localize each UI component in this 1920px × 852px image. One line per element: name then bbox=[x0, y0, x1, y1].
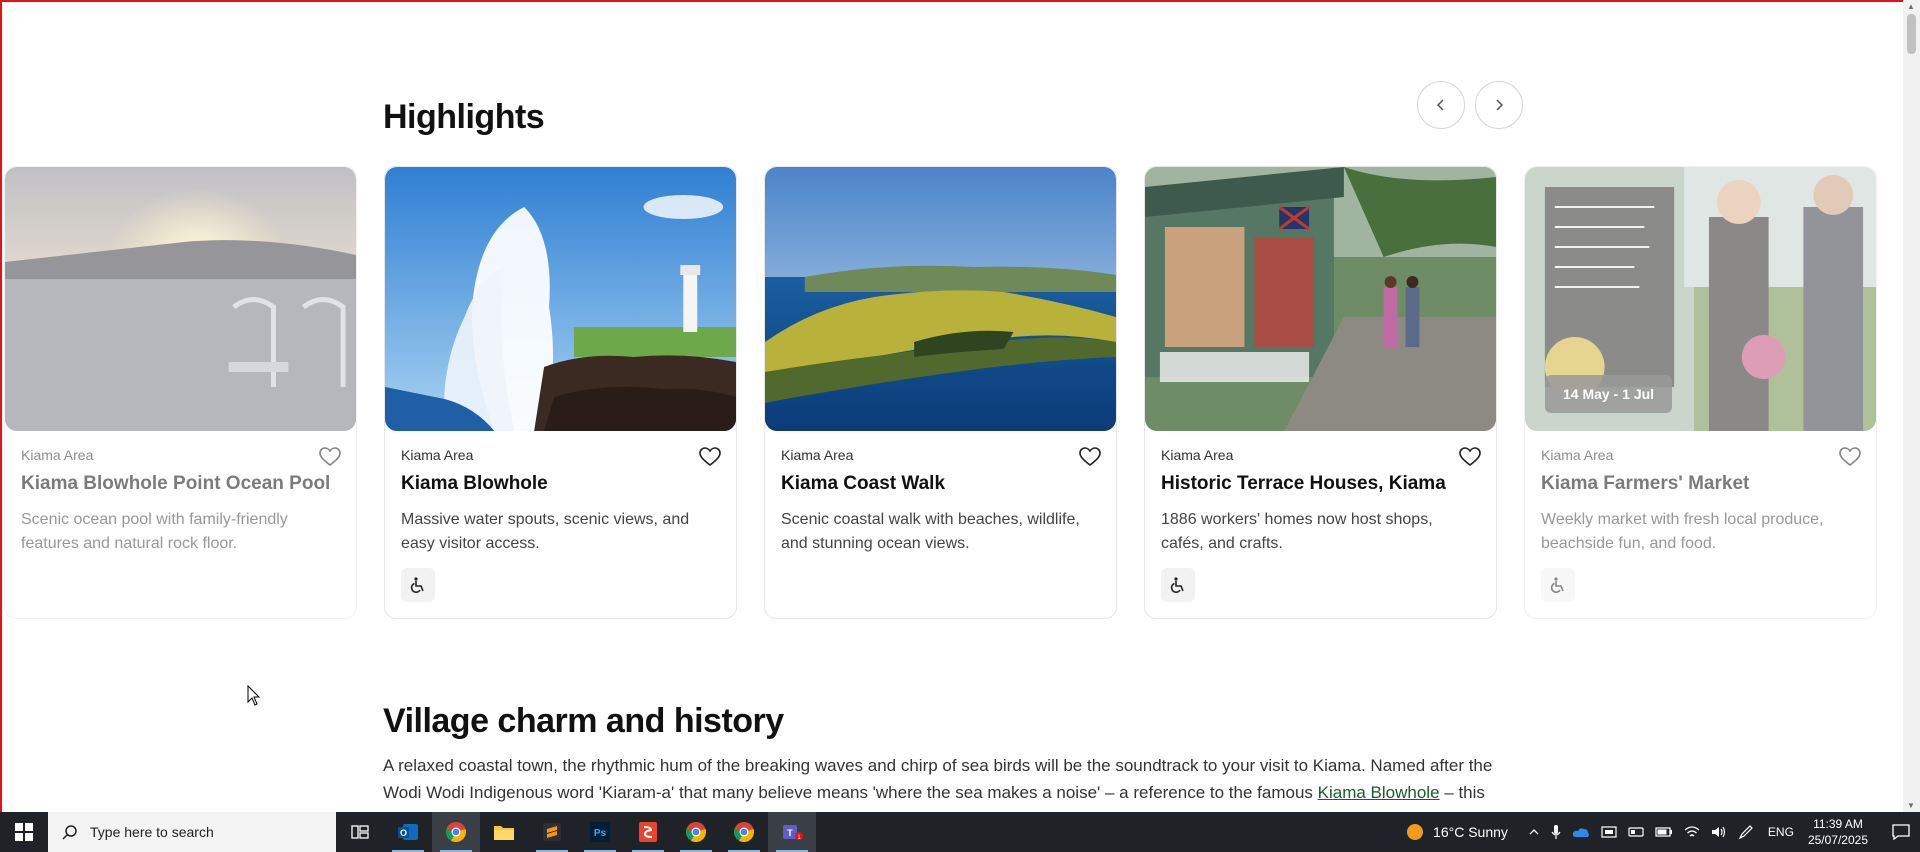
windows-logo-icon bbox=[15, 823, 33, 841]
window-frame-left bbox=[0, 0, 2, 812]
sun-icon bbox=[1407, 824, 1424, 840]
wheelchair-accessible-icon bbox=[1161, 568, 1195, 602]
battery-icon[interactable] bbox=[1655, 827, 1673, 837]
teams-icon[interactable]: T1 bbox=[768, 812, 816, 852]
highlight-card[interactable]: 14 May - 1 Jul Kiama Area Kiama Farmers'… bbox=[1524, 166, 1877, 619]
highlight-card[interactable]: Kiama Area Kiama Coast Walk Scenic coast… bbox=[764, 166, 1117, 619]
card-area: Kiama Area bbox=[1161, 447, 1234, 463]
chevron-up-icon[interactable] bbox=[1528, 826, 1540, 838]
clock-time: 11:39 AM bbox=[1813, 817, 1863, 831]
heart-icon[interactable] bbox=[698, 445, 722, 469]
card-title[interactable]: Historic Terrace Houses, Kiama bbox=[1161, 473, 1446, 495]
chrome-icon[interactable] bbox=[432, 812, 480, 852]
volume-icon[interactable] bbox=[1711, 825, 1727, 839]
card-area: Kiama Area bbox=[781, 447, 854, 463]
pen-icon[interactable] bbox=[1738, 824, 1754, 840]
card-description: 1886 workers' homes now host shops, café… bbox=[1161, 511, 1433, 552]
village-text-part: – this bbox=[1439, 783, 1485, 802]
chrome-profile-2-icon[interactable] bbox=[672, 812, 720, 852]
photoshop-icon[interactable]: Ps bbox=[576, 812, 624, 852]
highlight-card[interactable]: Kiama Area Kiama Blowhole Massive water … bbox=[384, 166, 737, 619]
chevron-left-icon bbox=[1436, 99, 1444, 111]
tray-icons bbox=[1528, 824, 1754, 840]
chevron-right-icon bbox=[1496, 99, 1504, 111]
weather-widget[interactable]: 16°C Sunny bbox=[1405, 822, 1508, 842]
card-title[interactable]: Kiama Blowhole bbox=[401, 473, 548, 495]
task-view-icon[interactable] bbox=[336, 812, 384, 852]
village-heading: Village charm and history bbox=[383, 702, 784, 740]
date-badge: 14 May - 1 Jul bbox=[1545, 375, 1673, 413]
wheelchair-accessible-icon bbox=[401, 568, 435, 602]
ocean-pool-sunset-image bbox=[5, 167, 356, 431]
taskbar-search-box[interactable]: Type here to search bbox=[48, 812, 336, 852]
language-indicator[interactable]: ENG bbox=[1768, 825, 1794, 839]
heart-icon[interactable] bbox=[1838, 445, 1862, 469]
highlight-card[interactable]: Kiama Area Kiama Blowhole Point Ocean Po… bbox=[4, 166, 357, 619]
kiama-blowhole-link[interactable]: Kiama Blowhole bbox=[1318, 783, 1440, 802]
card-description: Scenic ocean pool with family-friendly f… bbox=[21, 511, 288, 552]
card-area: Kiama Area bbox=[401, 447, 474, 463]
card-description: Massive water spouts, scenic views, and … bbox=[401, 511, 690, 552]
card-description: Weekly market with fresh local produce, … bbox=[1541, 511, 1824, 552]
outlook-icon[interactable]: O bbox=[384, 812, 432, 852]
sublime-icon[interactable] bbox=[528, 812, 576, 852]
card-area: Kiama Area bbox=[21, 447, 94, 463]
card-title[interactable]: Kiama Coast Walk bbox=[781, 473, 945, 495]
card-title[interactable]: Kiama Farmers' Market bbox=[1541, 473, 1749, 495]
page-scrollbar[interactable]: ▲ ▼ bbox=[1903, 0, 1920, 812]
search-placeholder: Type here to search bbox=[90, 824, 214, 840]
start-button[interactable] bbox=[0, 812, 48, 852]
card-description: Scenic coastal walk with beaches, wildli… bbox=[781, 511, 1080, 552]
wheelchair-accessible-icon bbox=[1541, 568, 1575, 602]
system-tray: 16°C Sunny ENG 11:39 AM 25/07/2025 bbox=[1405, 812, 1920, 852]
slides-icon[interactable] bbox=[624, 812, 672, 852]
carousel-prev-button[interactable] bbox=[1417, 81, 1465, 129]
microphone-icon[interactable] bbox=[1551, 824, 1561, 840]
village-paragraph: A relaxed coastal town, the rhythmic hum… bbox=[383, 752, 1533, 806]
highlights-heading: Highlights bbox=[383, 98, 545, 136]
svg-text:T: T bbox=[787, 828, 793, 838]
coastal-headland-image bbox=[765, 167, 1116, 431]
scroll-down-icon[interactable]: ▼ bbox=[1907, 801, 1915, 810]
window-frame-top bbox=[0, 0, 1920, 2]
carousel-next-button[interactable] bbox=[1475, 81, 1523, 129]
card-area: Kiama Area bbox=[1541, 447, 1614, 463]
search-icon bbox=[62, 825, 77, 840]
clock-date: 25/07/2025 bbox=[1807, 833, 1868, 847]
windows-taskbar: Type here to search O Ps T1 16°C Sunny E… bbox=[0, 812, 1920, 852]
app-tray-icon[interactable] bbox=[1601, 825, 1617, 839]
wifi-icon[interactable] bbox=[1684, 825, 1700, 839]
scroll-up-icon[interactable]: ▲ bbox=[1907, 2, 1915, 11]
onedrive-icon[interactable] bbox=[1572, 826, 1590, 838]
heart-icon[interactable] bbox=[1458, 445, 1482, 469]
blowhole-lighthouse-image bbox=[385, 167, 736, 431]
notification-center-icon[interactable] bbox=[1882, 812, 1920, 852]
svg-text:O: O bbox=[400, 828, 407, 838]
heart-icon[interactable] bbox=[1078, 445, 1102, 469]
device-icon[interactable] bbox=[1628, 825, 1644, 839]
chrome-profile-3-icon[interactable] bbox=[720, 812, 768, 852]
scrollbar-thumb[interactable] bbox=[1907, 14, 1916, 54]
card-title[interactable]: Kiama Blowhole Point Ocean Pool bbox=[21, 473, 330, 495]
highlight-card[interactable]: Kiama Area Historic Terrace Houses, Kiam… bbox=[1144, 166, 1497, 619]
mouse-cursor-icon bbox=[247, 685, 261, 706]
clock[interactable]: 11:39 AM 25/07/2025 bbox=[1808, 816, 1868, 848]
terrace-houses-image bbox=[1145, 167, 1496, 431]
svg-text:Ps: Ps bbox=[594, 828, 607, 839]
weather-text: 16°C Sunny bbox=[1433, 824, 1508, 840]
file-explorer-icon[interactable] bbox=[480, 812, 528, 852]
heart-icon[interactable] bbox=[318, 445, 342, 469]
